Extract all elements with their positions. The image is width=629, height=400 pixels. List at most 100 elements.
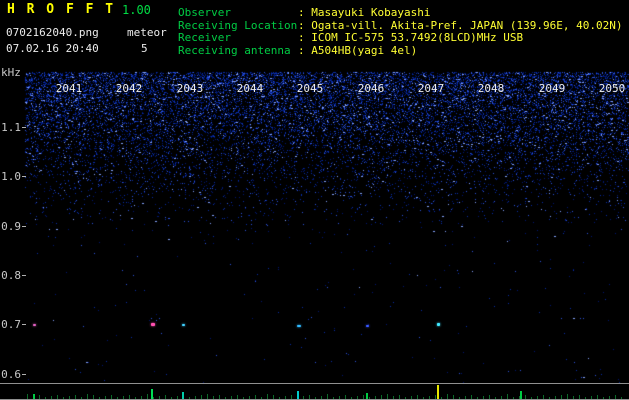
activity-comb-tick	[345, 395, 346, 399]
activity-comb-tick	[411, 396, 412, 399]
activity-comb-tick	[45, 397, 46, 399]
activity-comb-tick	[99, 397, 100, 399]
activity-comb-tick	[279, 397, 280, 399]
activity-comb-tick	[597, 395, 598, 399]
activity-comb-tick	[417, 395, 418, 399]
activity-comb-tick	[495, 397, 496, 399]
activity-comb-tick	[219, 395, 220, 399]
activity-comb-tick	[363, 395, 364, 399]
activity-comb-tick	[27, 394, 28, 399]
activity-comb-tick	[117, 397, 118, 399]
activity-comb-tick	[291, 395, 292, 399]
activity-comb-tick	[501, 396, 502, 399]
activity-comb-tick	[327, 394, 328, 399]
activity-comb-tick	[309, 395, 310, 399]
activity-signal-bar	[33, 394, 35, 399]
activity-comb-tick	[579, 395, 580, 399]
activity-comb-tick	[459, 397, 460, 399]
activity-signal-bar	[297, 391, 299, 399]
activity-comb-tick	[237, 395, 238, 399]
activity-comb-tick	[63, 397, 64, 399]
activity-comb-tick	[303, 396, 304, 399]
activity-comb-tick	[399, 395, 400, 399]
activity-comb-tick	[567, 394, 568, 399]
activity-comb-tick	[513, 397, 514, 399]
activity-comb-tick	[225, 397, 226, 399]
activity-comb-tick	[129, 395, 130, 399]
activity-comb-tick	[573, 396, 574, 399]
activity-comb-tick	[57, 395, 58, 399]
activity-comb-tick	[387, 394, 388, 399]
activity-comb-tick	[609, 396, 610, 399]
activity-comb-tick	[351, 397, 352, 399]
activity-comb-tick	[585, 397, 586, 399]
activity-comb-tick	[549, 397, 550, 399]
activity-signal-bar	[520, 391, 522, 399]
activity-comb-tick	[333, 397, 334, 399]
activity-comb-tick	[591, 396, 592, 399]
activity-comb-tick	[243, 397, 244, 399]
activity-comb-tick	[381, 395, 382, 399]
activity-signal-bar	[182, 392, 184, 399]
activity-comb-tick	[51, 396, 52, 399]
activity-comb-tick	[315, 397, 316, 399]
activity-comb-tick	[39, 395, 40, 399]
activity-comb-tick	[435, 395, 436, 399]
activity-comb-tick	[231, 396, 232, 399]
activity-comb-tick	[159, 396, 160, 399]
activity-comb-tick	[111, 395, 112, 399]
activity-strip	[0, 383, 629, 400]
activity-comb-tick	[201, 395, 202, 399]
activity-comb-tick	[285, 396, 286, 399]
activity-comb-tick	[249, 396, 250, 399]
activity-comb-tick	[255, 395, 256, 399]
activity-comb-tick	[189, 397, 190, 399]
activity-comb-tick	[75, 395, 76, 399]
activity-comb-tick	[261, 397, 262, 399]
activity-comb-tick	[441, 397, 442, 399]
activity-comb-tick	[375, 396, 376, 399]
activity-comb-tick	[543, 395, 544, 399]
activity-comb-tick	[93, 395, 94, 399]
activity-comb-tick	[603, 397, 604, 399]
activity-comb-tick	[429, 396, 430, 399]
activity-comb-tick	[267, 394, 268, 399]
activity-signal-bar	[151, 389, 153, 399]
activity-comb-tick	[447, 394, 448, 399]
activity-comb-tick	[525, 395, 526, 399]
activity-comb-tick	[423, 397, 424, 399]
activity-comb-tick	[471, 395, 472, 399]
activity-signal-bar	[366, 393, 368, 399]
activity-comb-tick	[561, 395, 562, 399]
activity-comb-tick	[507, 394, 508, 399]
activity-comb-tick	[213, 396, 214, 399]
activity-comb-tick	[321, 396, 322, 399]
activity-comb-tick	[141, 396, 142, 399]
activity-comb-tick	[177, 396, 178, 399]
activity-comb-tick	[393, 396, 394, 399]
activity-comb-tick	[123, 396, 124, 399]
activity-comb-tick	[135, 397, 136, 399]
activity-comb-tick	[357, 396, 358, 399]
activity-comb-tick	[489, 395, 490, 399]
activity-comb-tick	[537, 396, 538, 399]
activity-comb-tick	[105, 396, 106, 399]
activity-comb-tick	[405, 397, 406, 399]
activity-comb-tick	[339, 396, 340, 399]
activity-signal-bar	[437, 385, 439, 399]
activity-comb-tick	[153, 397, 154, 399]
activity-comb-tick	[87, 394, 88, 399]
activity-comb-tick	[195, 396, 196, 399]
activity-comb-tick	[615, 395, 616, 399]
activity-comb-tick	[369, 397, 370, 399]
activity-comb-tick	[477, 397, 478, 399]
activity-comb-tick	[81, 397, 82, 399]
activity-comb-tick	[531, 397, 532, 399]
activity-comb-tick	[171, 397, 172, 399]
activity-comb-tick	[207, 394, 208, 399]
activity-comb-tick	[555, 396, 556, 399]
activity-comb-tick	[273, 395, 274, 399]
spectrogram-noise-canvas	[0, 0, 629, 400]
activity-comb-tick	[165, 395, 166, 399]
activity-comb-tick	[621, 397, 622, 399]
